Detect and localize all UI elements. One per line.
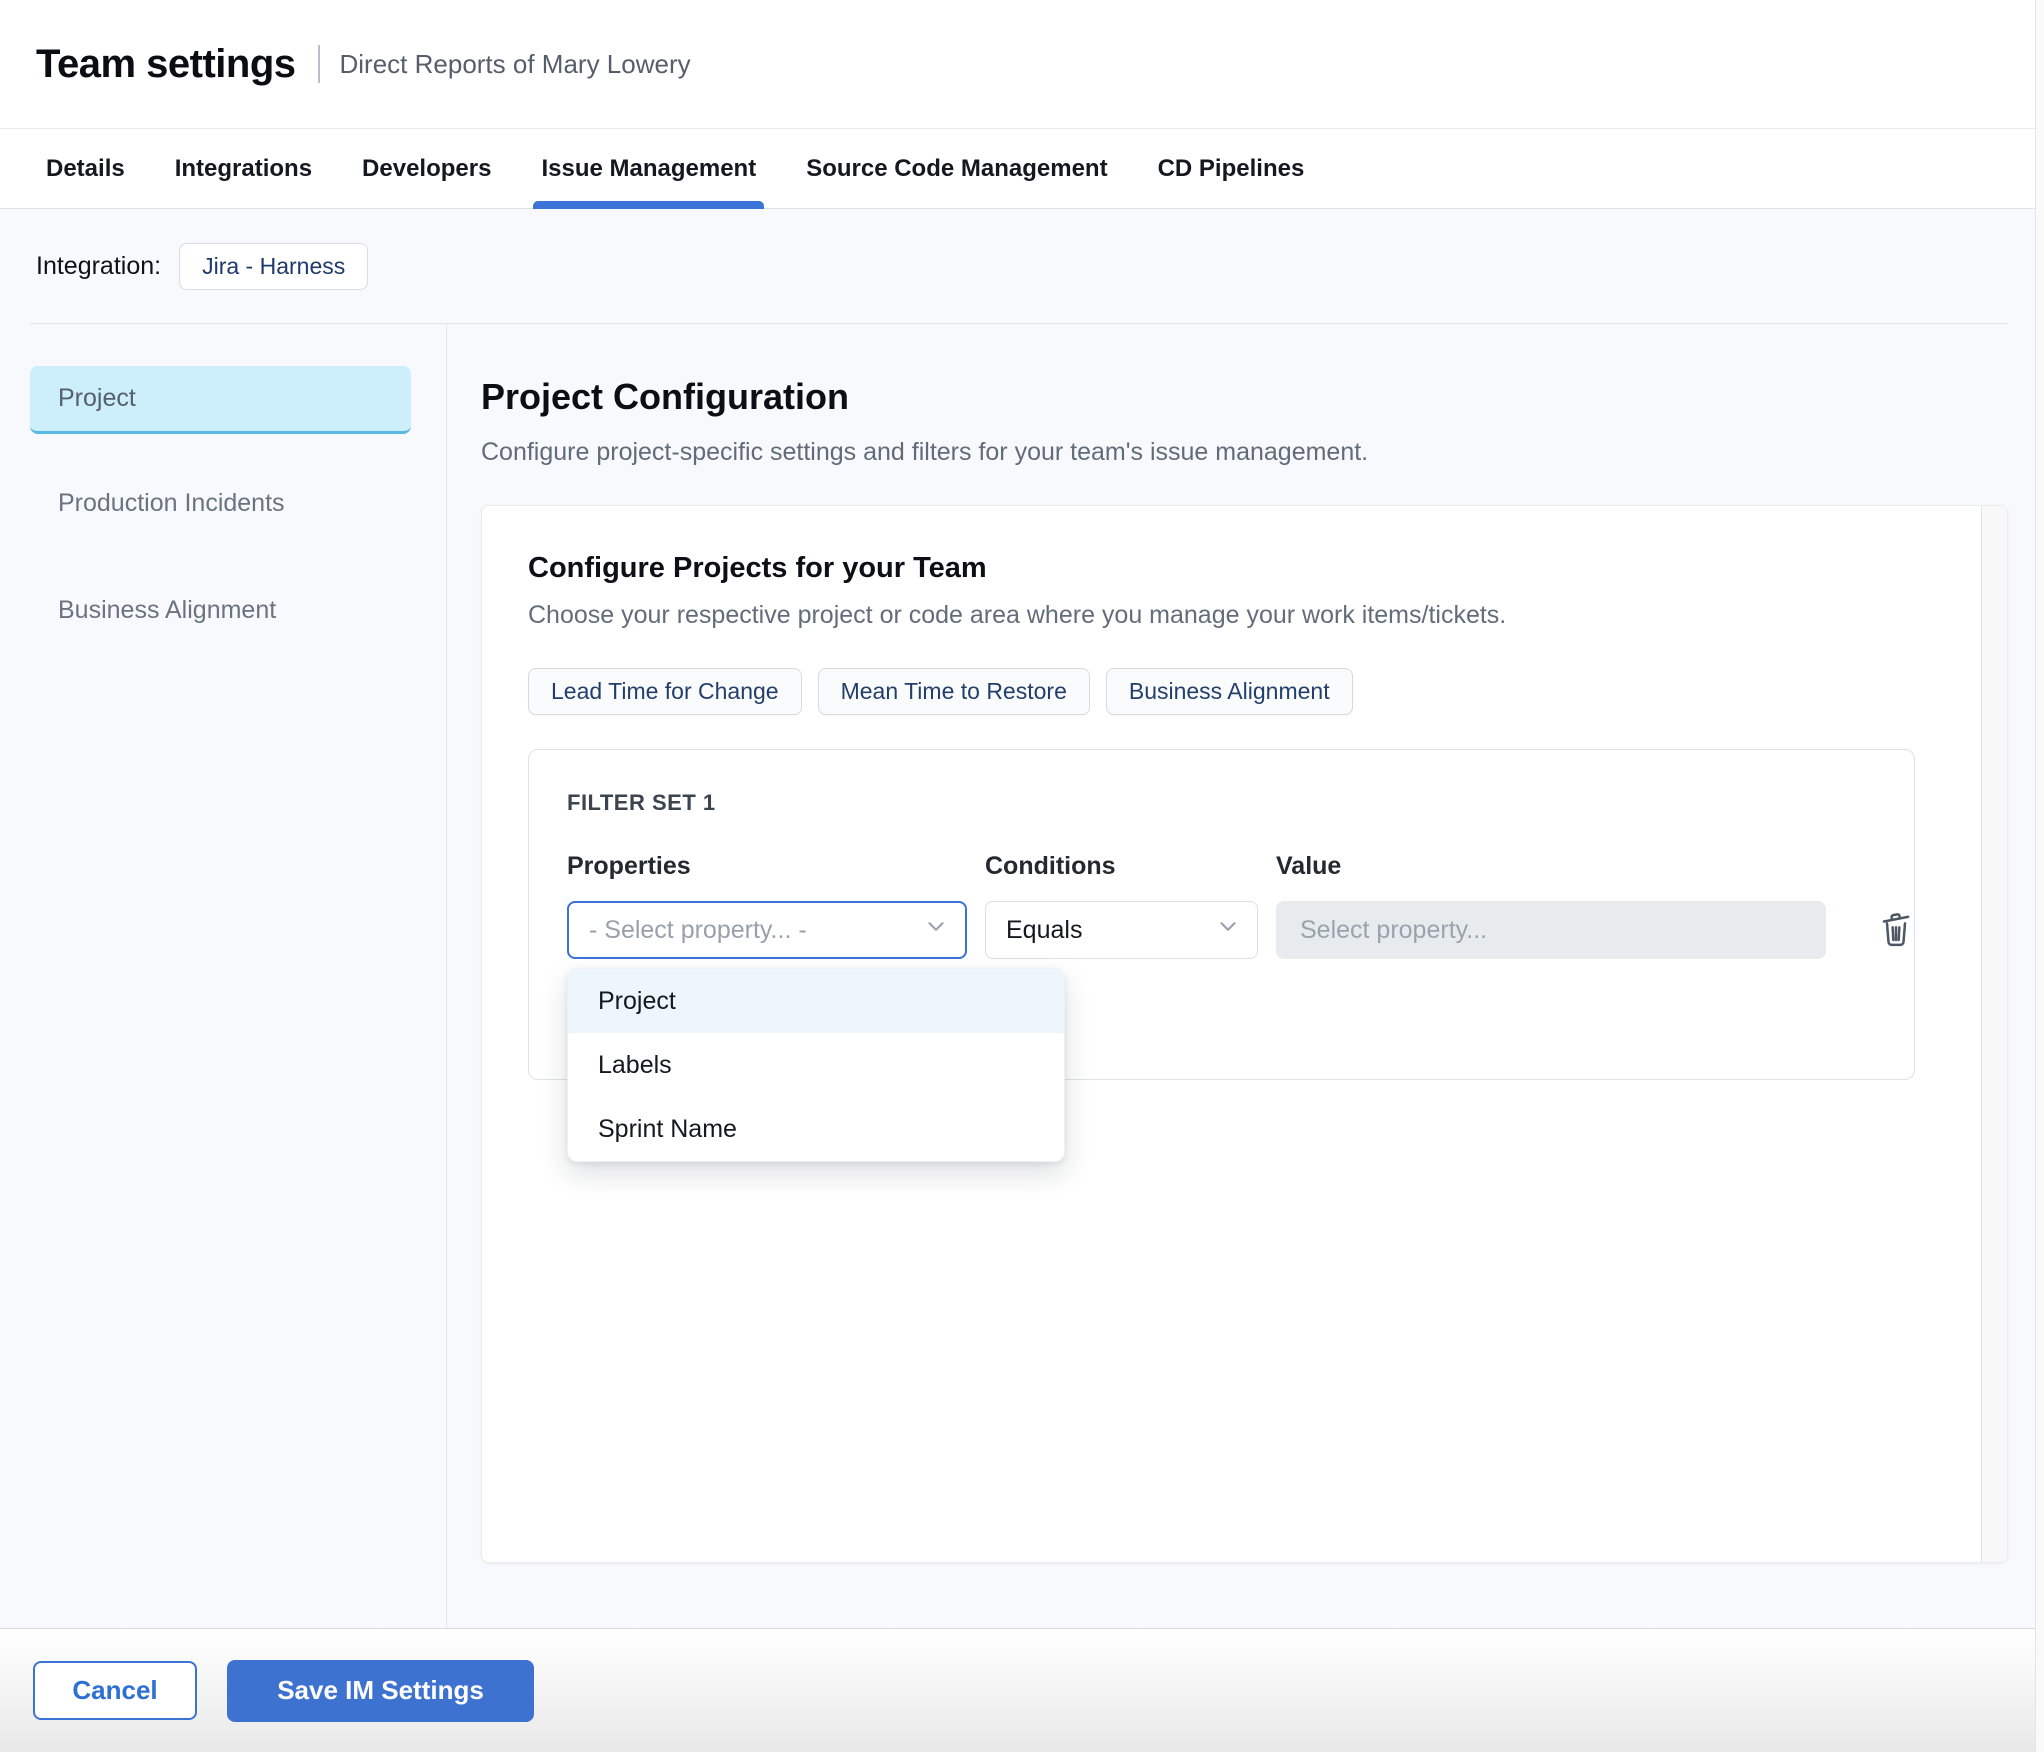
section-title: Project Configuration xyxy=(481,376,849,417)
property-select-value: - Select property... - xyxy=(589,915,807,944)
chip-mean-time-to-restore[interactable]: Mean Time to Restore xyxy=(817,668,1090,715)
configure-projects-card: Configure Projects for your Team Choose … xyxy=(481,505,2008,1563)
sidebar-item-project[interactable]: Project xyxy=(30,366,411,434)
metric-chip-row: Lead Time for Change Mean Time to Restor… xyxy=(528,668,1915,715)
save-im-settings-button[interactable]: Save IM Settings xyxy=(227,1659,534,1722)
card-description: Choose your respective project or code a… xyxy=(528,601,1507,629)
section-description: Configure project-specific settings and … xyxy=(481,438,1369,466)
chevron-down-icon xyxy=(1215,914,1241,947)
chip-lead-time-for-change[interactable]: Lead Time for Change xyxy=(528,668,802,715)
dropdown-option-project[interactable]: Project xyxy=(568,969,1064,1033)
card-title: Configure Projects for your Team xyxy=(528,552,987,584)
content-area: Integration: Jira - Harness Project Prod… xyxy=(0,209,2044,1628)
condition-select[interactable]: Equals xyxy=(985,901,1258,959)
main-panel: Project Configuration Configure project-… xyxy=(447,324,2044,1628)
tab-integrations[interactable]: Integrations xyxy=(175,129,312,208)
tab-bar: Details Integrations Developers Issue Ma… xyxy=(0,128,2044,209)
trash-icon xyxy=(1876,909,1916,952)
filter-grid: Properties Conditions Value - Select pro… xyxy=(567,852,1910,959)
value-input[interactable] xyxy=(1276,901,1826,959)
header: Team settings Direct Reports of Mary Low… xyxy=(0,0,2044,128)
tab-cd-pipelines[interactable]: CD Pipelines xyxy=(1158,129,1305,208)
column-label-conditions: Conditions xyxy=(985,852,1116,880)
condition-select-value: Equals xyxy=(1006,915,1083,944)
tab-source-code-management[interactable]: Source Code Management xyxy=(806,129,1107,208)
chip-business-alignment[interactable]: Business Alignment xyxy=(1105,668,1353,715)
footer-action-bar: Cancel Save IM Settings xyxy=(0,1628,2044,1752)
column-label-properties: Properties xyxy=(567,852,691,880)
filter-set-1: FILTER SET 1 Properties Conditions Value… xyxy=(528,749,1915,1162)
filter-set-title: FILTER SET 1 xyxy=(567,790,716,815)
page-subtitle: Direct Reports of Mary Lowery xyxy=(339,48,691,79)
column-label-value: Value xyxy=(1276,852,1342,880)
cancel-button[interactable]: Cancel xyxy=(33,1661,197,1720)
integration-label: Integration: xyxy=(36,251,162,280)
dropdown-option-labels[interactable]: Labels xyxy=(568,1033,1064,1097)
tab-developers[interactable]: Developers xyxy=(362,129,491,208)
team-settings-page: Team settings Direct Reports of Mary Low… xyxy=(0,0,2044,1752)
sidebar-item-production-incidents[interactable]: Production Incidents xyxy=(30,472,411,534)
page-scrollbar[interactable] xyxy=(2035,0,2044,1752)
property-dropdown: Project Labels Sprint Name xyxy=(567,968,1065,1162)
chevron-down-icon xyxy=(923,914,949,947)
sidebar-item-business-alignment[interactable]: Business Alignment xyxy=(30,579,411,641)
tab-issue-management[interactable]: Issue Management xyxy=(533,129,764,209)
title-divider xyxy=(317,45,320,83)
integration-row: Integration: Jira - Harness xyxy=(0,209,2044,323)
delete-filter-button[interactable] xyxy=(1872,906,1920,954)
integration-chip[interactable]: Jira - Harness xyxy=(179,242,369,290)
card-scrollbar[interactable] xyxy=(1981,506,2007,1562)
tab-details[interactable]: Details xyxy=(46,129,125,208)
property-select[interactable]: - Select property... - xyxy=(567,901,967,959)
sidebar: Project Production Incidents Business Al… xyxy=(0,324,447,1628)
page-title: Team settings xyxy=(36,41,296,86)
dropdown-option-sprint-name[interactable]: Sprint Name xyxy=(568,1097,1064,1161)
